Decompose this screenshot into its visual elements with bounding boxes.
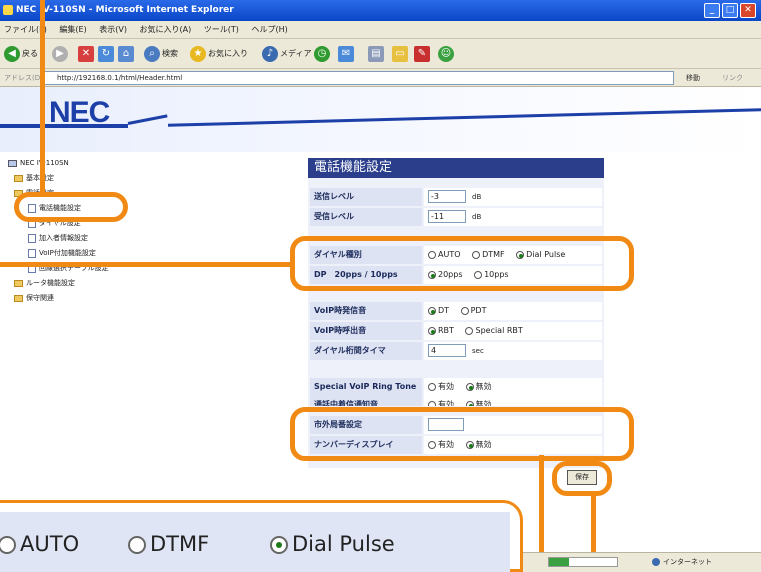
row-dial-timer: ダイヤル桁間タイマ 4 sec <box>310 342 602 360</box>
tree-root[interactable]: NEC IV-110SN <box>8 156 109 171</box>
menu-tools[interactable]: ツール(T) <box>204 25 239 34</box>
refresh-icon: ↻ <box>98 45 114 62</box>
links-button[interactable]: リンク <box>722 69 743 87</box>
tree-item-maintenance[interactable]: 保守関連 <box>8 291 109 306</box>
special-ring-off-radio[interactable]: 無効 <box>465 382 492 391</box>
dt-radio[interactable]: DT <box>428 306 449 315</box>
forward-arrow-icon: ▶ <box>52 45 68 62</box>
browser-toolbar: ◀ 戻る ▶ ✕ ↻ ⌂ ⌕ 検索 ★ お気に入り ♪ メディア ◷ ✉ ▤ ▭ ✎ ☺ <box>0 39 761 69</box>
recv-level-input[interactable]: -11 <box>428 210 466 223</box>
address-bar: アドレス(D) http://192168.0.1/html/Header.ht… <box>0 69 761 87</box>
send-level-input[interactable]: -3 <box>428 190 466 203</box>
special-rbt-radio[interactable]: Special RBT <box>465 326 523 335</box>
rbt-radio[interactable]: RBT <box>428 326 454 335</box>
folder-icon <box>14 174 23 182</box>
search-button[interactable]: ⌕ 検索 <box>144 45 178 63</box>
edit-button[interactable]: ▭ <box>392 45 410 63</box>
menu-edit[interactable]: 編集(E) <box>59 25 86 34</box>
row-special-ring: Special VoIP Ring Tone 有効 無効 <box>310 378 602 396</box>
mail-button[interactable]: ✉ <box>338 45 356 63</box>
zone-label: インターネット <box>652 553 712 571</box>
history-button[interactable]: ◷ <box>314 45 332 63</box>
back-button[interactable]: ◀ 戻る <box>4 45 38 63</box>
close-button[interactable]: ✕ <box>740 3 756 18</box>
history-icon: ◷ <box>314 45 330 62</box>
banner-stripe <box>0 124 128 128</box>
row-send-level: 送信レベル -3 dB <box>310 188 602 206</box>
row-voip-dial-tone: VoIP時発信音 DT PDT <box>310 302 602 320</box>
callout-line-top <box>40 0 45 195</box>
favorites-button[interactable]: ★ お気に入り <box>190 45 248 63</box>
media-button[interactable]: ♪ メディア <box>262 45 311 63</box>
discuss-button[interactable]: ✎ <box>414 45 432 63</box>
computer-icon <box>8 159 17 167</box>
print-icon: ▤ <box>368 45 384 62</box>
highlight-menu-item <box>14 192 128 222</box>
zoom-option-dial-pulse: Dial Pulse <box>270 530 395 558</box>
row-call-notify: 通話中着信通知音 有効 無効 <box>310 396 602 406</box>
pdt-radio[interactable]: PDT <box>460 306 486 315</box>
print-button[interactable]: ▤ <box>368 45 386 63</box>
minimize-button[interactable]: _ <box>704 3 720 18</box>
forward-button[interactable]: ▶ <box>52 45 70 63</box>
window-title-bar: NEC IV-110SN - Microsoft Internet Explor… <box>0 0 761 21</box>
progress-bar <box>548 557 618 567</box>
zoom-option-dtmf: DTMF <box>128 530 209 558</box>
star-icon: ★ <box>190 45 206 62</box>
page-icon <box>28 248 36 258</box>
folder-icon: ▭ <box>392 45 408 62</box>
tree-item-subscriber[interactable]: 加入者情報設定 <box>8 231 109 246</box>
tree-item-basic[interactable]: 基本設定 <box>8 171 109 186</box>
messenger-icon: ☺ <box>438 45 454 62</box>
address-label: アドレス(D) <box>4 74 43 82</box>
search-icon: ⌕ <box>144 45 160 62</box>
menu-bar: ファイル(F) 編集(E) 表示(V) お気に入り(A) ツール(T) ヘルプ(… <box>0 21 761 39</box>
highlight-area-settings <box>290 407 634 461</box>
home-button[interactable]: ⌂ <box>118 45 136 63</box>
go-button[interactable]: 移動 <box>686 69 700 87</box>
stop-button[interactable]: ✕ <box>78 45 96 63</box>
panel-title: 電話機能設定 <box>308 158 604 178</box>
mail-icon: ✉ <box>338 45 354 62</box>
menu-view[interactable]: 表示(V) <box>99 25 127 34</box>
highlight-dial-settings <box>290 236 634 291</box>
home-icon: ⌂ <box>118 45 134 62</box>
menu-help[interactable]: ヘルプ(H) <box>251 25 287 34</box>
row-recv-level: 受信レベル -11 dB <box>310 208 602 226</box>
tree-item-voip[interactable]: VoIP付加機能設定 <box>8 246 109 261</box>
callout-line-left <box>0 262 294 267</box>
tree-item-router[interactable]: ルータ機能設定 <box>8 276 109 291</box>
call-notify-off-radio[interactable]: 無効 <box>465 400 492 406</box>
row-voip-ringback: VoIP時呼出音 RBT Special RBT <box>310 322 602 340</box>
globe-icon <box>652 558 660 566</box>
discuss-icon: ✎ <box>414 45 430 62</box>
refresh-button[interactable]: ↻ <box>98 45 116 63</box>
window-title: NEC IV-110SN - Microsoft Internet Explor… <box>16 5 234 15</box>
maximize-button[interactable]: □ <box>722 3 738 18</box>
media-icon: ♪ <box>262 45 278 62</box>
page-icon <box>28 233 36 243</box>
dial-timer-input[interactable]: 4 <box>428 344 466 357</box>
highlight-save-button <box>552 461 612 496</box>
zoom-option-auto: AUTO <box>0 530 79 558</box>
folder-icon <box>14 294 23 302</box>
special-ring-on-radio[interactable]: 有効 <box>428 382 454 391</box>
stop-icon: ✕ <box>78 45 94 62</box>
nav-tree: NEC IV-110SN 基本設定 電話設定 電話機能設定 ダイヤル設定 加入者… <box>8 156 109 306</box>
address-input[interactable]: http://192168.0.1/html/Header.html <box>44 71 674 85</box>
menu-favorites[interactable]: お気に入り(A) <box>140 25 192 34</box>
folder-icon <box>14 279 23 287</box>
ie-icon <box>3 5 13 15</box>
back-arrow-icon: ◀ <box>4 45 20 62</box>
call-notify-on-radio[interactable]: 有効 <box>428 400 454 406</box>
messenger-button[interactable]: ☺ <box>438 45 456 63</box>
